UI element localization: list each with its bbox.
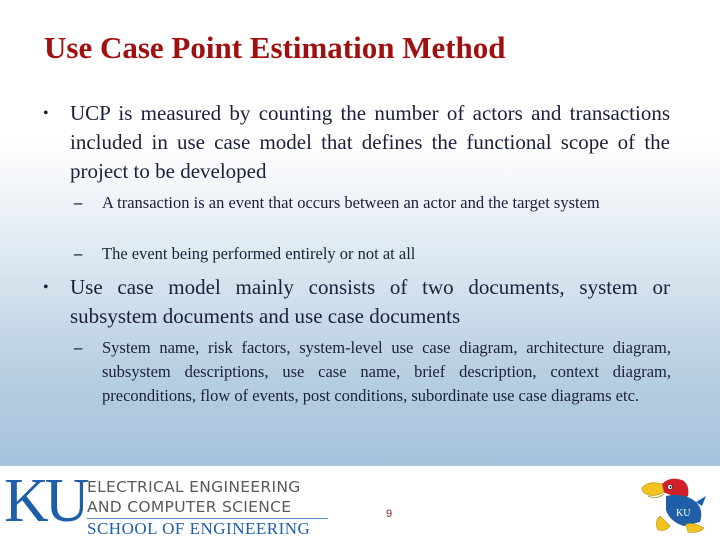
page-number: 9: [386, 508, 393, 520]
dept-name-line1: ELECTRICAL ENGINEERING: [87, 478, 301, 496]
bullet-text: UCP is measured by counting the number o…: [70, 101, 670, 183]
bullet-icon: •: [43, 105, 49, 122]
jayhawk-mascot-icon: KU: [641, 478, 706, 533]
bullet-item: • Use case model mainly consists of two …: [43, 273, 670, 331]
subbullet-item: – The event being performed entirely or …: [74, 242, 671, 266]
subbullet-item: – A transaction is an event that occurs …: [74, 191, 671, 215]
bullet-icon: •: [43, 279, 49, 296]
bullet-item: • UCP is measured by counting the number…: [43, 99, 670, 186]
subbullet-text: A transaction is an event that occurs be…: [102, 193, 600, 212]
subbullet-text: The event being performed entirely or no…: [102, 244, 416, 263]
ku-logo: KU: [4, 467, 90, 535]
slide-title: Use Case Point Estimation Method: [44, 30, 506, 65]
school-name: SCHOOL OF ENGINEERING: [87, 519, 311, 538]
dash-icon: –: [74, 193, 83, 212]
mascot-ku-text: KU: [676, 508, 691, 519]
dash-icon: –: [74, 244, 83, 263]
dept-name-line2: AND COMPUTER SCIENCE: [87, 498, 292, 516]
subbullet-text: System name, risk factors, system-level …: [102, 338, 671, 405]
bullet-text: Use case model mainly consists of two do…: [70, 275, 670, 328]
dash-icon: –: [74, 338, 83, 357]
subbullet-item: – System name, risk factors, system-leve…: [74, 336, 671, 408]
